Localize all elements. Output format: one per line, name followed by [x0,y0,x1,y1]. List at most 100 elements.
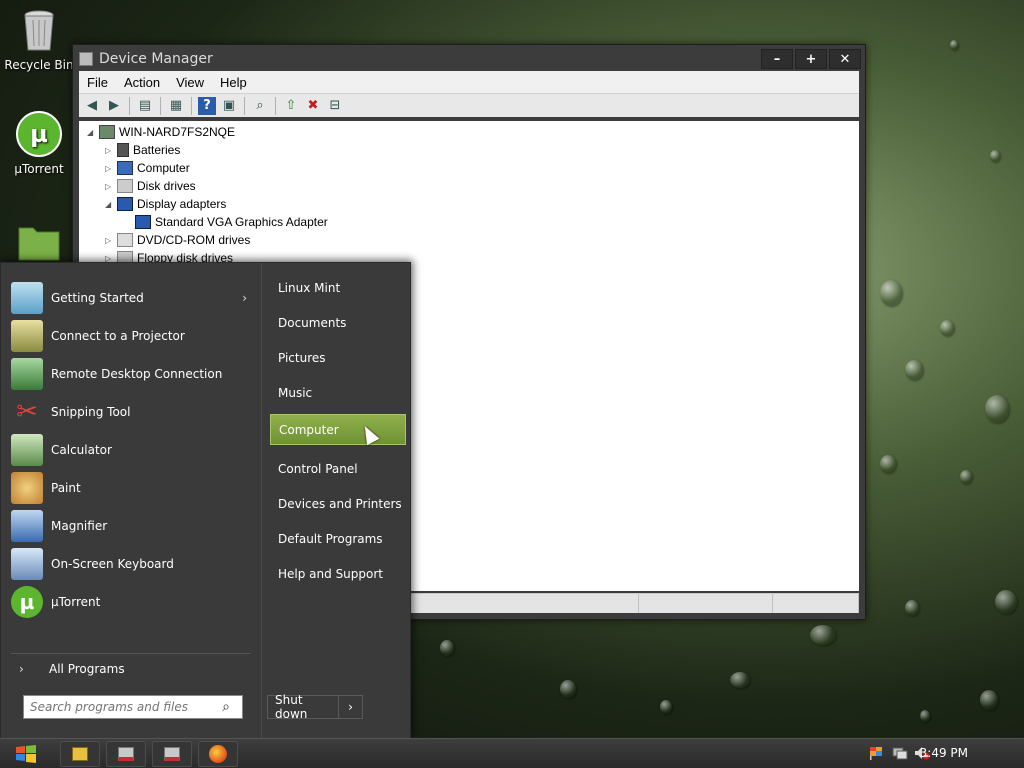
link-linux-mint[interactable]: Linux Mint [270,272,406,303]
action-center-flag-icon[interactable] [868,745,884,761]
toolbar-separator [191,96,192,115]
water-drop [440,640,454,656]
shutdown-label: Shut down [275,693,308,721]
program-label: On-Screen Keyboard [51,557,174,571]
program-calculator[interactable]: Calculator [7,433,257,467]
menu-bar: File Action View Help [79,71,859,93]
menu-file[interactable]: File [79,75,116,90]
disable-device-icon[interactable]: ⊟ [326,97,344,115]
expand-arrow-icon[interactable]: ▷ [105,164,113,173]
view-icon[interactable]: ▣ [220,97,238,115]
program-label: Paint [51,481,81,495]
taskbar: 3:49 PM [0,738,1024,768]
water-drop [985,395,1009,423]
expand-arrow-icon[interactable]: ▷ [105,236,113,245]
maximize-button[interactable]: + [795,49,827,69]
program-getting-started[interactable]: Getting Started › [7,281,257,315]
minimize-button[interactable]: – [761,49,793,69]
link-pictures[interactable]: Pictures [270,342,406,373]
tree-node-disk-drives[interactable]: ▷ Disk drives [105,177,196,195]
taskbar-firefox-button[interactable] [198,741,238,767]
link-devices-printers[interactable]: Devices and Printers [270,488,406,519]
search-icon[interactable]: ⌕ [216,699,236,715]
expand-arrow-icon[interactable]: ▷ [105,182,113,191]
start-button[interactable] [6,741,46,767]
water-drop [880,455,896,473]
projector-icon [11,320,43,352]
collapse-arrow-icon[interactable]: ◢ [105,200,113,209]
program-on-screen-keyboard[interactable]: On-Screen Keyboard [7,547,257,581]
link-documents[interactable]: Documents [270,307,406,338]
search-box[interactable]: ⌕ [23,695,243,719]
program-remote-desktop[interactable]: Remote Desktop Connection [7,357,257,391]
device-manager-icon [164,747,180,761]
program-connect-projector[interactable]: Connect to a Projector [7,319,257,353]
tree-label: Disk drives [137,179,196,193]
shutdown-options-arrow-icon[interactable]: › [338,696,362,718]
update-driver-icon[interactable]: ⇧ [282,97,300,115]
taskbar-device-manager-button[interactable] [152,741,192,767]
desktop-icon-label: Recycle Bin [4,58,74,72]
all-programs-label: All Programs [49,662,125,676]
menu-action[interactable]: Action [116,75,168,90]
windows-logo-icon [16,745,36,763]
program-paint[interactable]: Paint [7,471,257,505]
link-computer[interactable]: Computer [270,414,406,445]
start-menu-divider [11,653,251,654]
folder-icon [15,218,63,266]
battery-icon [117,143,129,157]
properties-icon[interactable]: ▦ [167,97,185,115]
tree-node-batteries[interactable]: ▷ Batteries [105,141,180,159]
close-button[interactable]: ✕ [829,49,861,69]
desktop-icon-utorrent[interactable]: µ µTorrent [3,110,75,176]
tree-node-computer[interactable]: ▷ Computer [105,159,190,177]
help-icon[interactable]: ? [198,96,216,115]
water-drop [990,150,1000,162]
link-music[interactable]: Music [270,377,406,408]
computer-icon [99,125,115,139]
search-input[interactable] [30,700,216,714]
start-menu-programs: Getting Started › Connect to a Projector… [7,271,257,651]
taskbar-device-manager-button[interactable] [106,741,146,767]
utorrent-icon: µ [15,110,63,158]
scan-hardware-icon[interactable]: ⌕ [251,97,269,115]
display-adapter-icon [117,197,133,211]
tree-node-display-adapters[interactable]: ◢ Display adapters [105,195,226,213]
network-icon[interactable] [892,745,908,761]
tree-node-dvd-drives[interactable]: ▷ DVD/CD-ROM drives [105,231,250,249]
show-hide-console-tree-icon[interactable]: ▤ [136,97,154,115]
desktop-icon-label: µTorrent [14,162,64,176]
taskbar-clock[interactable]: 3:49 PM [920,746,968,760]
tree-node-standard-vga[interactable]: Standard VGA Graphics Adapter [135,213,328,231]
window-titlebar[interactable]: Device Manager [73,45,865,73]
program-label: Getting Started [51,291,144,305]
getting-started-icon [11,282,43,314]
program-utorrent[interactable]: µ µTorrent [7,585,257,619]
tree-root[interactable]: ◢ WIN-NARD7FS2NQE [87,123,235,141]
water-drop [730,672,750,688]
menu-view[interactable]: View [168,75,212,90]
magnifier-icon [11,510,43,542]
uninstall-device-icon[interactable]: ✖ [304,97,322,115]
program-snipping-tool[interactable]: ✂ Snipping Tool [7,395,257,429]
chevron-right-icon[interactable]: › [242,291,247,305]
desktop-icon-recycle-bin[interactable]: Recycle Bin [3,6,75,72]
link-default-programs[interactable]: Default Programs [270,523,406,554]
program-magnifier[interactable]: Magnifier [7,509,257,543]
start-menu: Getting Started › Connect to a Projector… [0,262,411,739]
expand-arrow-icon[interactable]: ▷ [105,146,113,155]
link-help-support[interactable]: Help and Support [270,558,406,589]
device-manager-app-icon [79,52,93,66]
link-control-panel[interactable]: Control Panel [270,453,406,484]
all-programs-button[interactable]: › All Programs [19,659,249,679]
shutdown-button[interactable]: Shut down › [267,693,363,721]
tree-label: Standard VGA Graphics Adapter [155,215,328,229]
back-arrow-icon[interactable]: ◀ [83,97,101,115]
device-manager-icon [118,747,134,761]
paint-palette-icon [11,472,43,504]
status-pane [639,594,773,613]
forward-arrow-icon[interactable]: ▶ [105,97,123,115]
taskbar-explorer-button[interactable] [60,741,100,767]
menu-help[interactable]: Help [212,75,255,90]
collapse-arrow-icon[interactable]: ◢ [87,128,95,137]
